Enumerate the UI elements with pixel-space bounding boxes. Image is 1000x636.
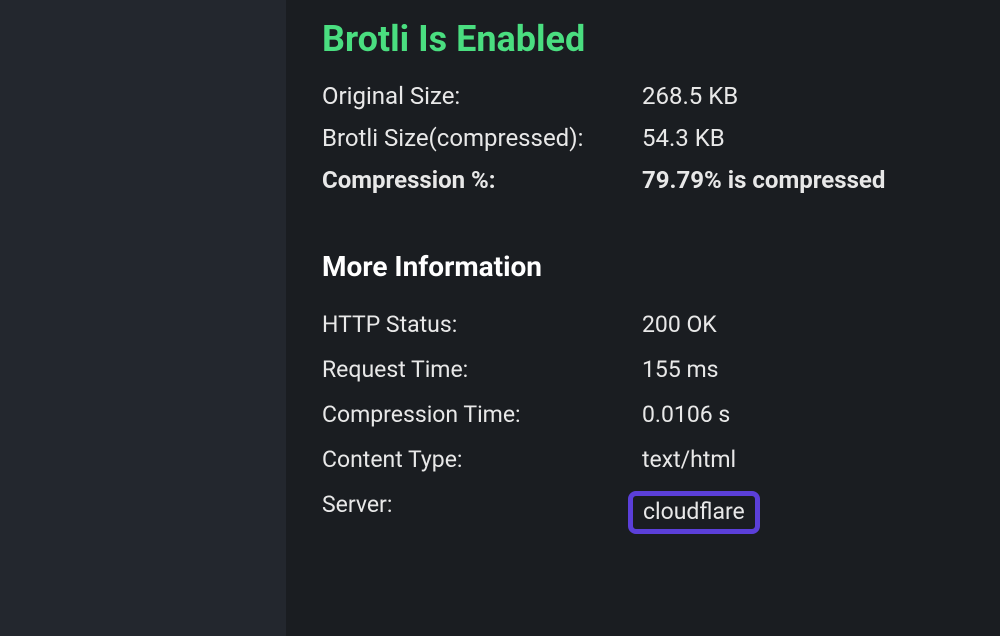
compression-time-value: 0.0106 s: [642, 401, 968, 428]
http-status-row: HTTP Status: 200 OK: [322, 311, 968, 338]
more-info-title: More Information: [322, 250, 968, 283]
content-type-label: Content Type:: [322, 446, 642, 473]
more-info-section: HTTP Status: 200 OK Request Time: 155 ms…: [322, 311, 968, 534]
brotli-size-label: Brotli Size(compressed):: [322, 124, 642, 152]
http-status-label: HTTP Status:: [322, 311, 642, 338]
compression-pct-value: 79.79% is compressed: [642, 166, 968, 194]
request-time-value: 155 ms: [642, 356, 968, 383]
compression-time-row: Compression Time: 0.0106 s: [322, 401, 968, 428]
original-size-value: 268.5 KB: [642, 82, 968, 110]
compression-pct-row: Compression %: 79.79% is compressed: [322, 166, 968, 194]
server-value-wrapper: cloudflare: [642, 491, 968, 534]
content-type-row: Content Type: text/html: [322, 446, 968, 473]
page-title: Brotli Is Enabled: [322, 18, 968, 60]
original-size-label: Original Size:: [322, 82, 642, 110]
server-label: Server:: [322, 491, 642, 534]
brotli-size-value: 54.3 KB: [642, 124, 968, 152]
brotli-size-row: Brotli Size(compressed): 54.3 KB: [322, 124, 968, 152]
http-status-value: 200 OK: [642, 311, 968, 338]
content-type-value: text/html: [642, 446, 968, 473]
sidebar: [0, 0, 286, 636]
request-time-label: Request Time:: [322, 356, 642, 383]
compression-pct-label: Compression %:: [322, 166, 642, 194]
server-value-highlight: cloudflare: [628, 491, 760, 534]
server-value: cloudflare: [643, 498, 745, 525]
server-row: Server: cloudflare: [322, 491, 968, 534]
main-content: Brotli Is Enabled Original Size: 268.5 K…: [286, 0, 1000, 636]
compression-time-label: Compression Time:: [322, 401, 642, 428]
request-time-row: Request Time: 155 ms: [322, 356, 968, 383]
original-size-row: Original Size: 268.5 KB: [322, 82, 968, 110]
